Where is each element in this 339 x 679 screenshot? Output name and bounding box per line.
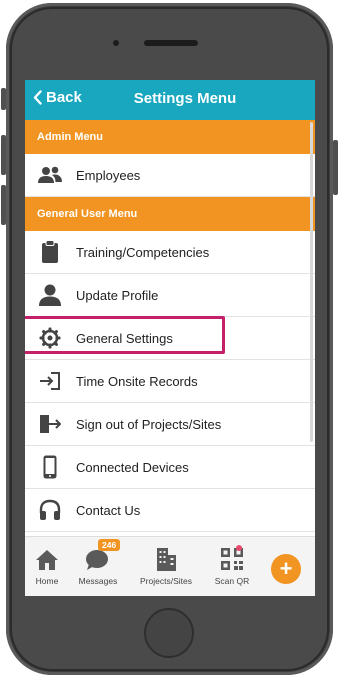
- tab-label: Scan QR: [214, 576, 250, 586]
- menu-item-sign-out[interactable]: Sign out of Projects/Sites: [25, 403, 315, 446]
- menu-item-label: Connected Devices: [76, 459, 189, 475]
- home-hardware-button[interactable]: [144, 608, 194, 658]
- menu-item-label: General Settings: [76, 330, 173, 346]
- menu-item-label: Contact Us: [76, 502, 141, 518]
- tab-label: Home: [35, 576, 59, 586]
- menu-item-time-onsite[interactable]: Time Onsite Records: [25, 360, 315, 403]
- tab-projects-sites[interactable]: Projects/Sites: [133, 545, 199, 586]
- phone-icon: [38, 455, 62, 479]
- person-icon: [38, 283, 62, 307]
- add-button[interactable]: +: [271, 554, 301, 584]
- headset-icon: [38, 498, 62, 522]
- header-bar: Back Settings Menu: [25, 80, 315, 120]
- sign-out-icon: [38, 412, 62, 436]
- tab-label: Projects/Sites: [140, 576, 192, 586]
- bottom-tab-bar: Home 246 Messages Projects/Sites Scan QR…: [25, 536, 315, 596]
- messages-badge: 246: [98, 539, 121, 551]
- mute-switch: [1, 88, 6, 110]
- buildings-icon: [157, 548, 176, 571]
- menu-item-training[interactable]: Training/Competencies: [25, 231, 315, 274]
- menu-item-contact-us[interactable]: Contact Us: [25, 489, 315, 532]
- app-screen: Back Settings Menu Admin Menu Employees …: [25, 80, 315, 596]
- tab-messages[interactable]: 246 Messages: [75, 539, 121, 586]
- tab-scan-qr[interactable]: Scan QR: [210, 545, 254, 586]
- menu-item-update-profile[interactable]: Update Profile: [25, 274, 315, 317]
- volume-down-button: [1, 185, 6, 225]
- page-title: Settings Menu: [133, 90, 237, 107]
- volume-up-button: [1, 135, 6, 175]
- section-header-general: General User Menu: [25, 197, 315, 231]
- menu-item-label: Training/Competencies: [76, 244, 210, 260]
- menu-item-connected-devices[interactable]: Connected Devices: [25, 446, 315, 489]
- menu-item-label: Employees: [76, 167, 141, 183]
- plus-icon: +: [279, 556, 293, 581]
- menu-item-general-settings[interactable]: General Settings: [25, 317, 315, 360]
- power-button: [333, 140, 338, 195]
- earpiece-speaker: [144, 40, 198, 46]
- menu-item-label: Time Onsite Records: [76, 373, 198, 389]
- users-icon: [38, 163, 62, 187]
- front-camera: [113, 40, 119, 46]
- home-icon: [36, 550, 58, 570]
- gear-icon: [38, 326, 62, 350]
- tab-label: Messages: [78, 576, 118, 586]
- tab-home[interactable]: Home: [29, 545, 65, 586]
- chat-icon: [86, 550, 108, 570]
- scrollbar[interactable]: [310, 122, 313, 442]
- section-header-admin: Admin Menu: [25, 120, 315, 154]
- menu-item-label: Sign out of Projects/Sites: [76, 416, 222, 432]
- clipboard-icon: [38, 240, 62, 264]
- menu-item-employees[interactable]: Employees: [25, 154, 315, 197]
- notification-dot: [236, 545, 242, 551]
- sign-in-icon: [38, 369, 62, 393]
- menu-item-label: Update Profile: [76, 287, 159, 303]
